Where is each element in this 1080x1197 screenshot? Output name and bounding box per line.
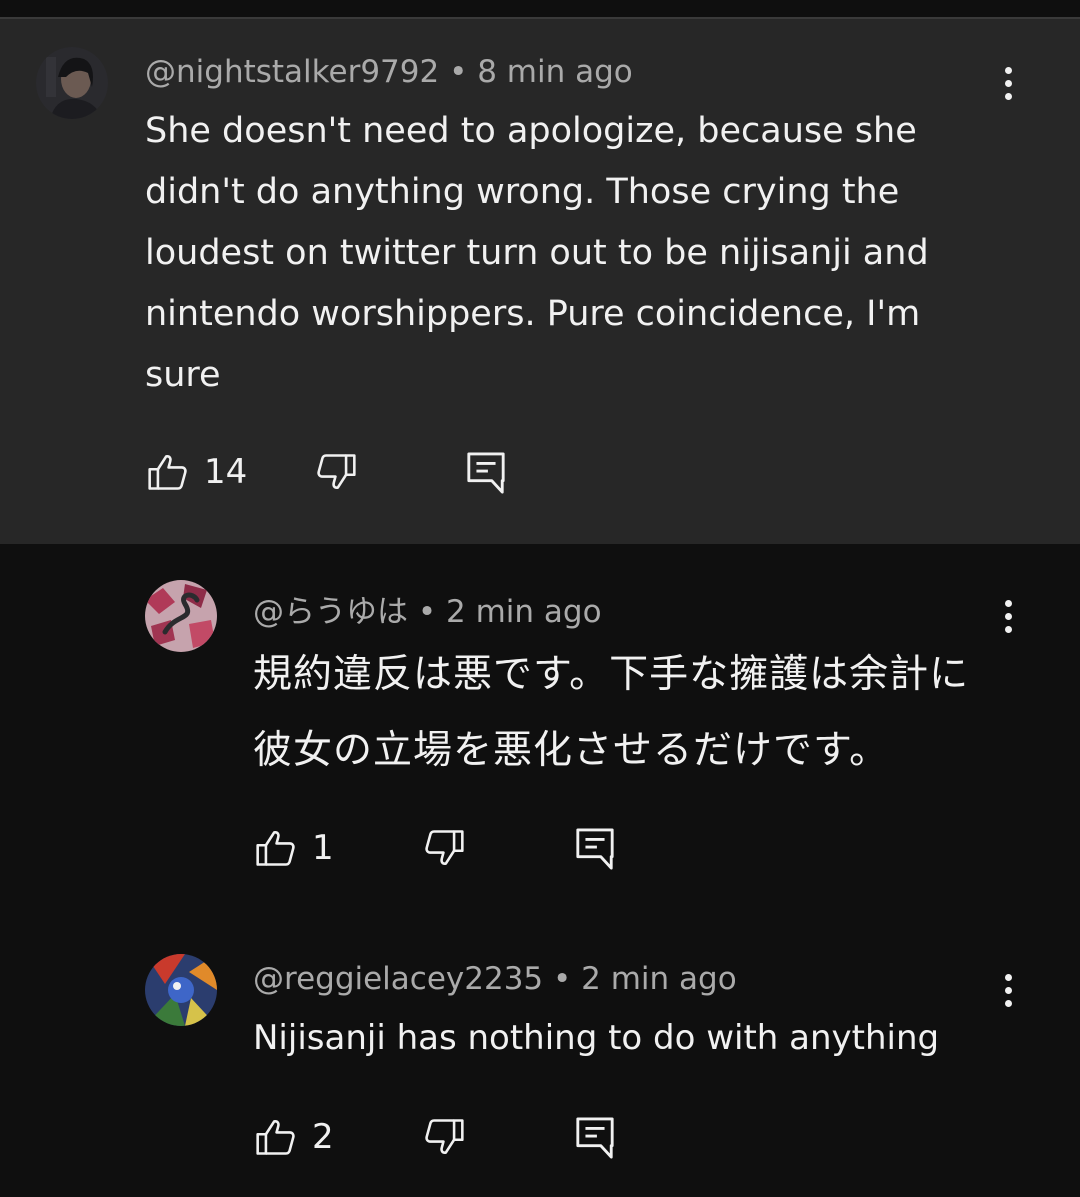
reply-button[interactable] <box>574 1115 616 1161</box>
comment-reply: @reggielacey2235 • 2 min ago Nijisanji h… <box>0 914 1080 1197</box>
author-name[interactable]: @reggielacey2235 <box>253 961 543 997</box>
dislike-button[interactable] <box>422 826 466 870</box>
thumbs-down-icon <box>317 454 356 489</box>
timestamp[interactable]: 2 min ago <box>446 594 602 630</box>
more-vert-icon <box>1004 66 1012 74</box>
comment-meta: @nightstalker9792 • 8 min ago <box>145 54 633 90</box>
comment-reply: @らうゆは • 2 min ago 規約違反は悪です。下手な擁護は余計に彼女の立… <box>0 544 1080 914</box>
thumbs-down-icon <box>425 830 464 865</box>
like-count: 2 <box>312 1117 334 1157</box>
reply-icon <box>576 828 614 870</box>
reply-button[interactable] <box>465 450 507 496</box>
more-vert-icon <box>1004 599 1012 607</box>
author-name[interactable]: @らうゆは <box>253 594 408 630</box>
like-button[interactable]: 14 <box>146 450 247 494</box>
meta-separator: • <box>439 54 478 90</box>
comment-text: 規約違反は悪です。下手な擁護は余計に彼女の立場を悪化させるだけです。 <box>253 652 970 773</box>
comment-text: She doesn't need to apologize, because s… <box>145 111 929 395</box>
more-options-button[interactable] <box>988 58 1028 108</box>
thumbs-down-icon <box>425 1119 464 1154</box>
avatar[interactable] <box>36 47 108 119</box>
like-button[interactable]: 2 <box>254 1115 334 1159</box>
like-count: 1 <box>312 828 334 868</box>
comment-meta: @reggielacey2235 • 2 min ago <box>253 961 737 997</box>
timestamp[interactable]: 2 min ago <box>581 961 737 997</box>
more-vert-icon <box>1004 973 1012 981</box>
like-button[interactable]: 1 <box>254 826 334 870</box>
like-count: 14 <box>204 452 248 492</box>
thumbs-up-icon <box>256 831 295 866</box>
timestamp[interactable]: 8 min ago <box>477 54 633 90</box>
dislike-button[interactable] <box>314 450 358 494</box>
reply-button[interactable] <box>574 826 616 872</box>
meta-separator: • <box>408 594 446 630</box>
comment-text: Nijisanji has nothing to do with anythin… <box>253 1018 940 1058</box>
dislike-button[interactable] <box>422 1115 466 1159</box>
reply-icon <box>576 1117 614 1159</box>
avatar[interactable] <box>145 580 217 652</box>
more-options-button[interactable] <box>988 591 1028 641</box>
thumbs-up-icon <box>256 1120 295 1155</box>
comment-meta: @らうゆは • 2 min ago <box>253 586 602 631</box>
author-name[interactable]: @nightstalker9792 <box>145 54 439 90</box>
thumbs-up-icon <box>148 455 187 490</box>
comment-highlighted: @nightstalker9792 • 8 min ago She doesn'… <box>0 19 1080 544</box>
meta-separator: • <box>543 961 582 997</box>
top-bar <box>0 0 1080 18</box>
reply-icon <box>467 452 505 494</box>
avatar[interactable] <box>145 954 217 1026</box>
